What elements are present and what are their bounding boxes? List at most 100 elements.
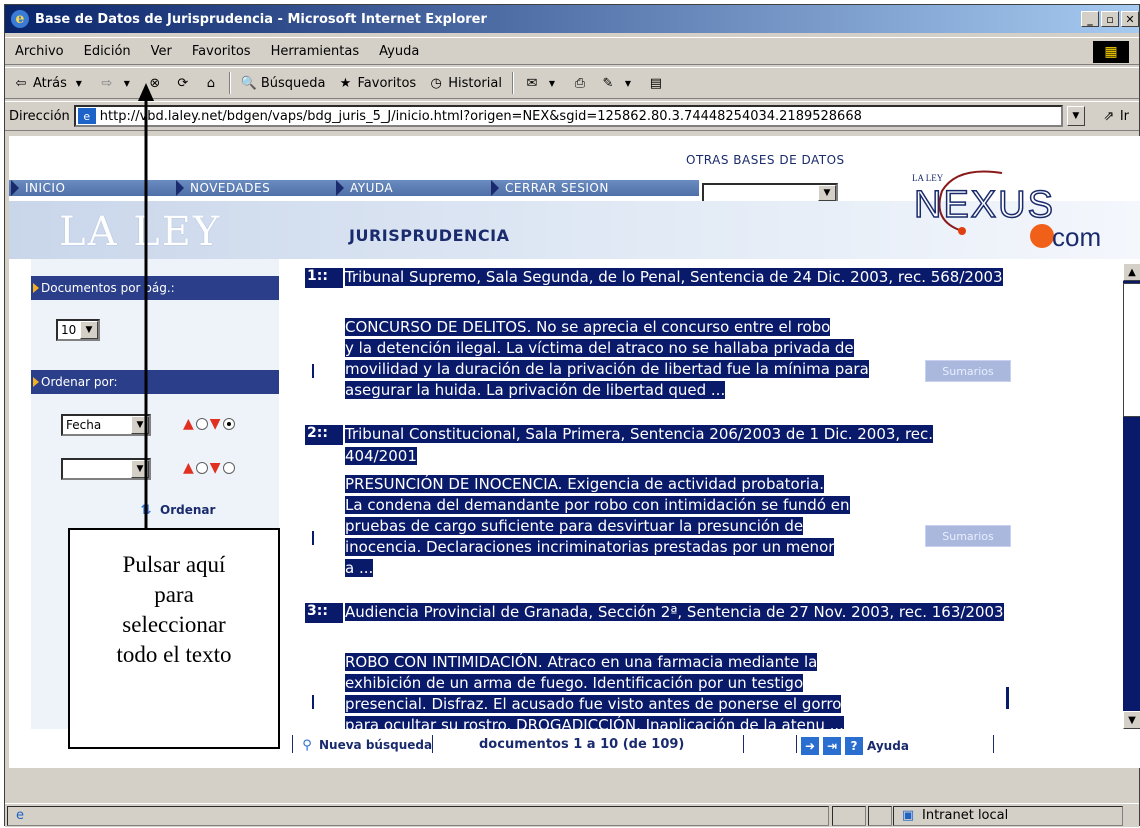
result-title-text[interactable]: Tribunal Constitucional, Sala Primera, S… — [345, 425, 934, 465]
refresh-button[interactable]: ⟳ — [169, 75, 197, 91]
go-arrow-icon: ⇗ — [1103, 108, 1115, 124]
discuss-icon: ▤ — [649, 75, 663, 91]
address-dropdown-button[interactable]: ▼ — [1066, 106, 1085, 126]
standard-toolbar: ⇦ Atrás ▼ ⇨ ▼ ⊗ ⟳ ⌂ 🔍 Búsqueda ★ Favorit… — [5, 67, 1139, 99]
tab-ayuda[interactable]: AYUDA — [334, 180, 489, 196]
search-label: Búsqueda — [260, 75, 326, 91]
maximize-button[interactable]: ▫ — [1101, 11, 1119, 27]
discuss-button[interactable]: ▤ — [642, 75, 670, 91]
status-bar: e ▣ Intranet local — [5, 803, 1139, 827]
menu-ver[interactable]: Ver — [141, 44, 182, 59]
menu-ayuda[interactable]: Ayuda — [369, 44, 429, 59]
result-summary[interactable]: CONCURSO DE DELITOS. No se aprecia el co… — [345, 317, 915, 401]
address-url[interactable]: http://vbd.laley.net/bdgen/vaps/bdg_juri… — [100, 109, 862, 124]
menu-favoritos[interactable]: Favoritos — [182, 44, 261, 59]
ordenar-label: Ordenar — [160, 503, 216, 517]
menu-archivo[interactable]: Archivo — [5, 44, 74, 59]
windows-flag-icon: ▦ — [1093, 41, 1129, 63]
edit-button[interactable]: ✎ ▼ — [594, 75, 642, 91]
back-arrow-icon: ⇦ — [15, 75, 27, 91]
documents-range: documentos 1 a 10 (de 109) — [479, 737, 685, 752]
result-title-text[interactable]: Audiencia Provincial de Granada, Sección… — [345, 603, 1004, 621]
address-input[interactable]: e http://vbd.laley.net/bdgen/vaps/bdg_ju… — [73, 105, 1063, 127]
dropdown-arrow-icon[interactable]: ▼ — [544, 75, 560, 91]
menu-bar: Archivo Edición Ver Favoritos Herramient… — [5, 37, 1139, 65]
new-search-link[interactable]: ⚲ Nueva búsqueda — [299, 737, 432, 753]
page-icon: e — [77, 108, 96, 124]
result-summary[interactable]: ROBO CON INTIMIDACIÓN. Atraco en una far… — [345, 652, 915, 729]
summary-line: para ocultar su rostro. DROGADICCIÓN. In… — [345, 716, 844, 729]
summary-line: y la detención ilegal. La víctima del at… — [345, 339, 854, 357]
minimize-button[interactable]: _ — [1081, 11, 1099, 27]
scroll-down-button[interactable]: ▼ — [1123, 711, 1140, 729]
dropdown-arrow-icon[interactable]: ▼ — [131, 460, 149, 478]
sumarios-button[interactable]: Sumarios — [925, 360, 1011, 382]
divider — [993, 735, 994, 753]
sumarios-button[interactable]: Sumarios — [925, 525, 1011, 547]
go-button[interactable]: ⇗ Ir — [1085, 108, 1139, 124]
favorites-icon: ★ — [339, 75, 352, 91]
ordenar-button[interactable]: ⇅ Ordenar — [138, 502, 216, 518]
refresh-icon: ⟳ — [177, 75, 189, 91]
menu-herramientas[interactable]: Herramientas — [261, 44, 370, 59]
close-button[interactable]: ✕ — [1121, 11, 1139, 27]
order-by-select[interactable]: Fecha ▼ — [61, 414, 151, 436]
ascending-icon: ▲ — [183, 416, 194, 432]
divider — [292, 735, 293, 753]
home-button[interactable]: ⌂ — [197, 75, 225, 91]
result-summary[interactable]: PRESUNCIÓN DE INOCENCIA. Exigencia de ac… — [345, 474, 915, 579]
ascending-icon: ▲ — [183, 460, 194, 476]
nexus-logo[interactable]: LA LEY NEXUS com — [902, 161, 1102, 256]
favorites-label: Favoritos — [357, 75, 417, 91]
otras-bases-select[interactable]: ▼ — [702, 183, 838, 203]
next-page-icon[interactable]: ➜ — [801, 737, 819, 755]
docs-per-page-select[interactable]: 10 ▼ — [56, 319, 100, 341]
scroll-up-button[interactable]: ▲ — [1123, 263, 1140, 281]
summary-line: La condena del demandante por robo con i… — [345, 496, 850, 514]
result-title-text[interactable]: Tribunal Supremo, Sala Segunda, de lo Pe… — [345, 268, 1003, 286]
mail-button[interactable]: ✉ ▼ — [518, 75, 566, 91]
vertical-scrollbar[interactable]: ▲ ▼ — [1123, 263, 1140, 729]
dropdown-arrow-icon[interactable]: ▼ — [119, 75, 135, 91]
dropdown-arrow-icon[interactable]: ▼ — [620, 75, 636, 91]
scrollbar-thumb[interactable] — [1123, 283, 1140, 417]
stop-button[interactable]: ⊗ — [141, 75, 169, 91]
menu-edicion[interactable]: Edición — [74, 44, 141, 59]
print-button[interactable]: ⎙ — [566, 75, 594, 91]
dropdown-arrow-icon[interactable]: ▼ — [818, 185, 836, 201]
ascending-radio[interactable] — [195, 462, 208, 474]
dropdown-arrow-icon[interactable]: ▼ — [80, 321, 98, 339]
search-button[interactable]: 🔍 Búsqueda — [235, 75, 332, 91]
descending-radio[interactable] — [222, 462, 235, 474]
help-icon[interactable]: ? — [845, 737, 863, 755]
docs-per-page-header: Documentos por pág.: — [31, 276, 279, 300]
window-title: Base de Datos de Jurisprudencia - Micros… — [35, 11, 487, 27]
history-icon: ◷ — [430, 75, 442, 91]
text-cursor — [312, 531, 314, 545]
dropdown-arrow-icon[interactable]: ▼ — [71, 75, 87, 91]
annotation-line: todo el texto — [116, 642, 232, 667]
tab-inicio[interactable]: INICIO — [9, 180, 174, 196]
summary-line: CONCURSO DE DELITOS. No se aprecia el co… — [345, 318, 831, 336]
history-button[interactable]: ◷ Historial — [422, 75, 508, 91]
back-button[interactable]: ⇦ Atrás ▼ — [5, 75, 93, 91]
status-cell — [832, 805, 866, 826]
toolbar-separator — [228, 72, 231, 94]
favorites-button[interactable]: ★ Favoritos — [332, 75, 423, 91]
nexus-com-label: com — [1052, 222, 1101, 252]
text-cursor — [312, 364, 314, 378]
order-by-select-2[interactable]: ▼ — [61, 458, 151, 480]
laley-logo[interactable]: LA LEY — [59, 209, 221, 255]
descending-radio[interactable] — [222, 418, 235, 430]
ascending-radio[interactable] — [195, 418, 208, 430]
dropdown-arrow-icon[interactable]: ▼ — [131, 416, 149, 434]
last-page-icon[interactable]: ⇥ — [823, 737, 841, 755]
result-title[interactable]: Tribunal Constitucional, Sala Primera, S… — [345, 423, 1005, 467]
tab-novedades[interactable]: NOVEDADES — [174, 180, 334, 196]
result-title[interactable]: Tribunal Supremo, Sala Segunda, de lo Pe… — [345, 266, 1005, 288]
result-title[interactable]: Audiencia Provincial de Granada, Sección… — [345, 601, 1005, 623]
forward-button[interactable]: ⇨ ▼ — [93, 75, 141, 91]
tab-cerrar-sesion[interactable]: CERRAR SESION — [489, 180, 699, 196]
help-label[interactable]: Ayuda — [867, 739, 909, 753]
summary-line: presencial. Disfraz. El acusado fue vist… — [345, 695, 842, 713]
